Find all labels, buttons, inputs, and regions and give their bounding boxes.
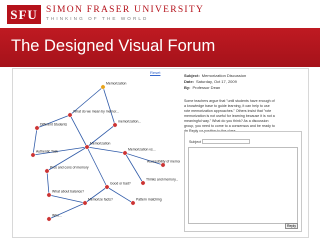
map-node-label[interactable]: Good or bad? — [110, 182, 131, 186]
map-node-dot[interactable] — [82, 200, 88, 206]
reply-legend: Reply — [188, 129, 200, 133]
post-author-line: By: Professor Dean — [184, 85, 220, 90]
map-node-dot[interactable] — [100, 84, 106, 90]
map-edge — [86, 146, 126, 154]
reply-panel: Subject: Memorization Discussion Date: Sat… — [184, 73, 306, 237]
map-node-dot[interactable] — [46, 216, 52, 222]
reply-body-textarea[interactable] — [188, 147, 298, 224]
map-node-label[interactable]: What about balance? — [52, 190, 84, 194]
map-node-label[interactable]: Thinks and memory... — [146, 178, 178, 182]
map-node-dot[interactable] — [112, 122, 118, 128]
map-node[interactable]: memorization... — [112, 120, 141, 128]
post-date-value: Saturday, Oct 17, 2009 — [196, 79, 237, 84]
map-node-dot[interactable] — [46, 192, 52, 198]
map-node-dot[interactable] — [67, 112, 73, 118]
map-node[interactable]: Authentic Task — [30, 150, 58, 158]
map-node[interactable]: Memorize facts? — [82, 198, 113, 206]
post-subject-label: Subject: — [184, 73, 200, 78]
map-node-dot[interactable] — [130, 200, 136, 206]
reply-subject-label: Subject — [189, 140, 201, 144]
map-node-label[interactable]: Who... — [52, 214, 62, 218]
map-node-dot[interactable] — [44, 168, 50, 174]
map-node-label[interactable]: Memorize facts? — [88, 198, 113, 202]
map-node-label[interactable]: Memorization — [106, 82, 126, 86]
map-node-label[interactable]: Memorization — [90, 142, 110, 146]
map-node[interactable]: Good or bad? — [104, 182, 131, 190]
map-node[interactable]: Who... — [46, 214, 62, 222]
map-node-dot[interactable] — [104, 184, 110, 190]
university-motto: THINKING OF THE WORLD — [46, 16, 149, 21]
map-node-dot[interactable] — [84, 144, 90, 150]
map-edge — [86, 146, 108, 188]
university-name: SIMON FRASER UNIVERSITY — [46, 5, 205, 15]
map-node-label[interactable]: Memorization vs... — [128, 148, 156, 152]
post-author-value: Professor Dean — [192, 85, 221, 90]
reply-box: Reply Subject Reply — [184, 129, 302, 232]
map-node-label[interactable]: Pattern matching — [136, 198, 162, 202]
map-edge — [46, 170, 50, 196]
map-node-dot[interactable] — [140, 180, 146, 186]
map-node[interactable]: Pattern matching — [130, 198, 162, 206]
map-node-label[interactable]: What do we mean by memor... — [73, 110, 119, 114]
post-date-line: Date: Saturday, Oct 17, 2009 — [184, 79, 237, 84]
reply-button[interactable]: Reply — [285, 223, 298, 229]
map-node[interactable]: What do we mean by memor... — [67, 110, 119, 118]
map-node[interactable]: Memorization — [84, 142, 111, 150]
map-edge — [69, 114, 88, 148]
map-node[interactable]: Memorization — [100, 82, 127, 90]
map-node-dot[interactable] — [34, 125, 40, 131]
map-edge — [48, 194, 86, 204]
map-node-label[interactable]: Pros and cons of memory — [50, 166, 89, 170]
map-node[interactable]: Different Students — [34, 123, 68, 131]
map-node-label[interactable]: memorization... — [118, 120, 141, 124]
reply-subject-input[interactable] — [202, 139, 250, 144]
map-node-dot[interactable] — [30, 152, 36, 158]
title-band: The Designed Visual Forum — [0, 28, 320, 67]
post-subject-value: Memorization Discussion — [201, 73, 247, 78]
sfu-logo: SFU — [7, 5, 41, 24]
map-node[interactable]: Accessibility of memorization — [147, 160, 180, 168]
map-node-label[interactable]: Authentic Task — [36, 150, 58, 154]
post-date-label: Date: — [184, 79, 195, 84]
post-author-label: By: — [184, 85, 191, 90]
discussion-map[interactable]: Memorization What do we mean by memor... D… — [15, 75, 180, 237]
map-node[interactable]: Thinks and memory... — [140, 178, 179, 186]
map-node-dot[interactable] — [122, 150, 128, 156]
map-node-label[interactable]: Different Students — [40, 123, 67, 127]
university-header: SFU SIMON FRASER UNIVERSITY THINKING OF … — [0, 0, 320, 28]
slide-title: The Designed Visual Forum — [11, 37, 216, 55]
post-subject-line: Subject: Memorization Discussion — [184, 73, 246, 78]
forum-screenshot: Reset Memorization What do we mean by mem… — [12, 68, 309, 238]
map-node[interactable]: Pros and cons of memory — [44, 166, 89, 174]
map-node-label[interactable]: Accessibility of memorization — [147, 160, 180, 164]
map-edge — [102, 86, 116, 126]
